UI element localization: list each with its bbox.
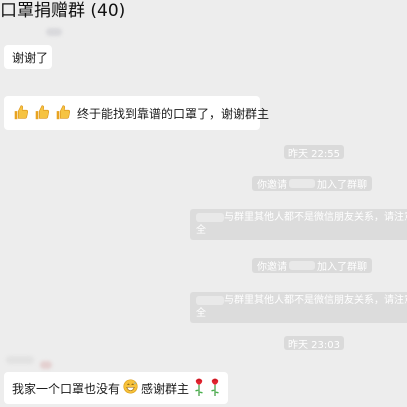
- timestamp-text: 昨天 22:55: [288, 148, 340, 160]
- message-bubble[interactable]: 终于能找到靠谱的口罩了，谢谢群主: [4, 96, 269, 130]
- message-text: 谢谢了: [12, 50, 49, 65]
- message-bubble[interactable]: 我家一个口罩也没有 感谢群主: [4, 372, 228, 404]
- rose-icon: [191, 377, 207, 400]
- avatar[interactable]: [40, 361, 52, 369]
- system-text: 全: [196, 225, 206, 236]
- system-invite: 你邀请 加入了群聊: [252, 258, 372, 273]
- redacted-name: [289, 179, 315, 188]
- system-text: 与群里其他人都不是微信朋友关系，请注意隐: [224, 212, 407, 223]
- grin-sweat-icon: [120, 379, 141, 397]
- system-text: 你邀请: [257, 180, 287, 191]
- message-text: 终于能找到靠谱的口罩了，谢谢群主: [77, 106, 270, 121]
- thumbs-up-icon: [12, 103, 33, 124]
- rose-icon: [207, 377, 223, 400]
- system-notice: 与群里其他人都不是微信朋友关系，请注意隐 全: [190, 209, 407, 240]
- thumbs-up-icon: [54, 103, 75, 124]
- redacted-name: [289, 261, 315, 270]
- redacted-name: [196, 212, 224, 222]
- message-text: 我家一个口罩也没有: [12, 381, 121, 396]
- timestamp: 昨天 22:55: [284, 145, 344, 160]
- chat-title: 口罩捐赠群 (40): [0, 1, 126, 21]
- timestamp: 昨天 23:03: [284, 336, 344, 351]
- system-text: 加入了群聊: [317, 180, 367, 191]
- timestamp-text: 昨天 23:03: [288, 339, 340, 351]
- thumbs-up-icon: [33, 103, 54, 124]
- avatar[interactable]: [46, 28, 62, 36]
- avatar[interactable]: [6, 356, 34, 364]
- system-notice: 与群里其他人都不是微信朋友关系，请注意隐 全: [190, 292, 407, 323]
- system-text: 全: [196, 308, 206, 319]
- system-text: 加入了群聊: [317, 262, 367, 273]
- message-text: 感谢群主: [141, 381, 190, 396]
- message-bubble[interactable]: 谢谢了: [4, 45, 52, 69]
- system-text: 与群里其他人都不是微信朋友关系，请注意隐: [224, 295, 407, 306]
- system-invite: 你邀请 加入了群聊: [252, 176, 372, 191]
- redacted-name: [196, 295, 224, 305]
- system-text: 你邀请: [257, 262, 287, 273]
